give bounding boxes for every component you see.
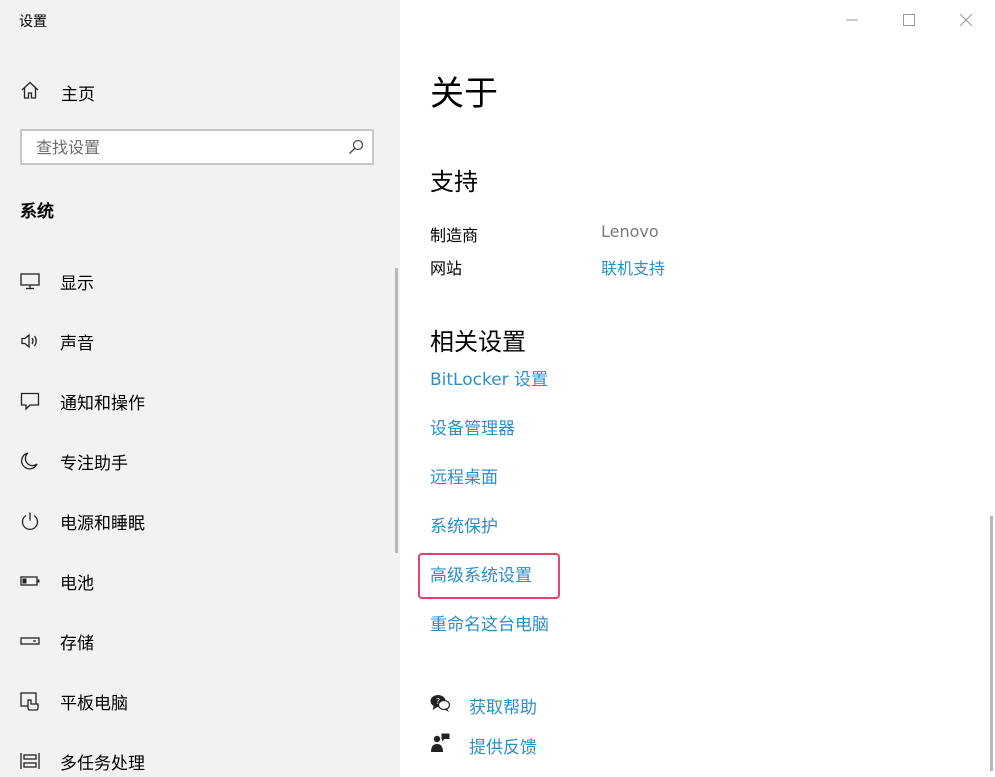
- sidebar-item-label: 平板电脑: [60, 693, 128, 714]
- sidebar-item-label: 声音: [60, 333, 94, 354]
- system-protection-link[interactable]: 系统保护: [430, 512, 498, 537]
- bitlocker-settings-link[interactable]: BitLocker 设置: [430, 365, 548, 390]
- page-title: 关于: [430, 74, 498, 114]
- close-icon: [959, 11, 973, 30]
- sidebar-item-home-label: 主页: [61, 84, 95, 105]
- sidebar: 设置 主页 系统 显示 声音 通知和操作 专注助手: [0, 0, 400, 777]
- manufacturer-value: Lenovo: [601, 222, 659, 241]
- sidebar-item-label: 多任务处理: [60, 753, 145, 774]
- remote-desktop-link[interactable]: 远程桌面: [430, 463, 498, 488]
- support-heading: 支持: [430, 168, 478, 196]
- feedback-icon: [429, 732, 451, 758]
- minimize-icon: [846, 11, 858, 30]
- give-feedback-link[interactable]: 提供反馈: [469, 733, 537, 758]
- sidebar-item-label: 电源和睡眠: [60, 513, 145, 534]
- sidebar-section-heading: 系统: [20, 202, 54, 222]
- sidebar-item-home[interactable]: 主页: [19, 78, 95, 106]
- sidebar-item-label: 电池: [60, 573, 94, 594]
- minimize-button[interactable]: [829, 6, 875, 34]
- tablet-icon: [19, 690, 41, 712]
- storage-icon: [19, 630, 41, 652]
- advanced-system-settings-link[interactable]: 高级系统设置: [430, 561, 532, 586]
- battery-icon: [19, 570, 41, 592]
- sidebar-item-label: 专注助手: [60, 453, 128, 474]
- sidebar-item-label: 存储: [60, 633, 94, 654]
- window-title: 设置: [19, 14, 47, 30]
- rename-pc-link[interactable]: 重命名这台电脑: [430, 610, 549, 635]
- sidebar-item-power-sleep[interactable]: 电源和睡眠: [19, 506, 145, 536]
- device-manager-link[interactable]: 设备管理器: [430, 414, 515, 439]
- svg-text:?: ?: [436, 697, 440, 706]
- main-scrollbar[interactable]: [990, 516, 993, 771]
- sidebar-item-notifications[interactable]: 通知和操作: [19, 386, 145, 416]
- sidebar-item-sound[interactable]: 声音: [19, 326, 94, 356]
- sidebar-scrollbar[interactable]: [395, 268, 398, 553]
- related-settings-heading: 相关设置: [430, 328, 526, 356]
- sidebar-item-label: 显示: [60, 273, 94, 294]
- search-icon[interactable]: [348, 139, 364, 155]
- moon-icon: [19, 450, 41, 472]
- maximize-button[interactable]: [886, 6, 932, 34]
- website-label: 网站: [430, 259, 463, 278]
- online-support-link[interactable]: 联机支持: [601, 255, 665, 279]
- search-box[interactable]: [20, 129, 374, 165]
- get-help-row[interactable]: ? 获取帮助: [429, 692, 537, 718]
- give-feedback-row[interactable]: 提供反馈: [429, 732, 537, 758]
- multitask-icon: [19, 750, 41, 772]
- sidebar-item-label: 通知和操作: [60, 393, 145, 414]
- search-input[interactable]: [22, 131, 354, 163]
- manufacturer-label: 制造商: [430, 226, 479, 245]
- power-icon: [19, 510, 41, 532]
- sidebar-item-battery[interactable]: 电池: [19, 566, 94, 596]
- sidebar-item-focus-assist[interactable]: 专注助手: [19, 446, 128, 476]
- main-content: 关于 支持 制造商 Lenovo 网站 联机支持 相关设置 BitLocker …: [400, 0, 995, 777]
- home-icon: [19, 79, 41, 105]
- sidebar-item-tablet[interactable]: 平板电脑: [19, 686, 128, 716]
- help-chat-icon: ?: [429, 692, 451, 718]
- sidebar-item-multitasking[interactable]: 多任务处理: [19, 746, 145, 776]
- maximize-icon: [903, 11, 915, 30]
- notification-icon: [19, 390, 41, 412]
- sidebar-item-display[interactable]: 显示: [19, 266, 94, 296]
- display-icon: [19, 270, 41, 292]
- sound-icon: [19, 330, 41, 352]
- close-button[interactable]: [943, 6, 989, 34]
- get-help-link[interactable]: 获取帮助: [469, 693, 537, 718]
- sidebar-item-storage[interactable]: 存储: [19, 626, 94, 656]
